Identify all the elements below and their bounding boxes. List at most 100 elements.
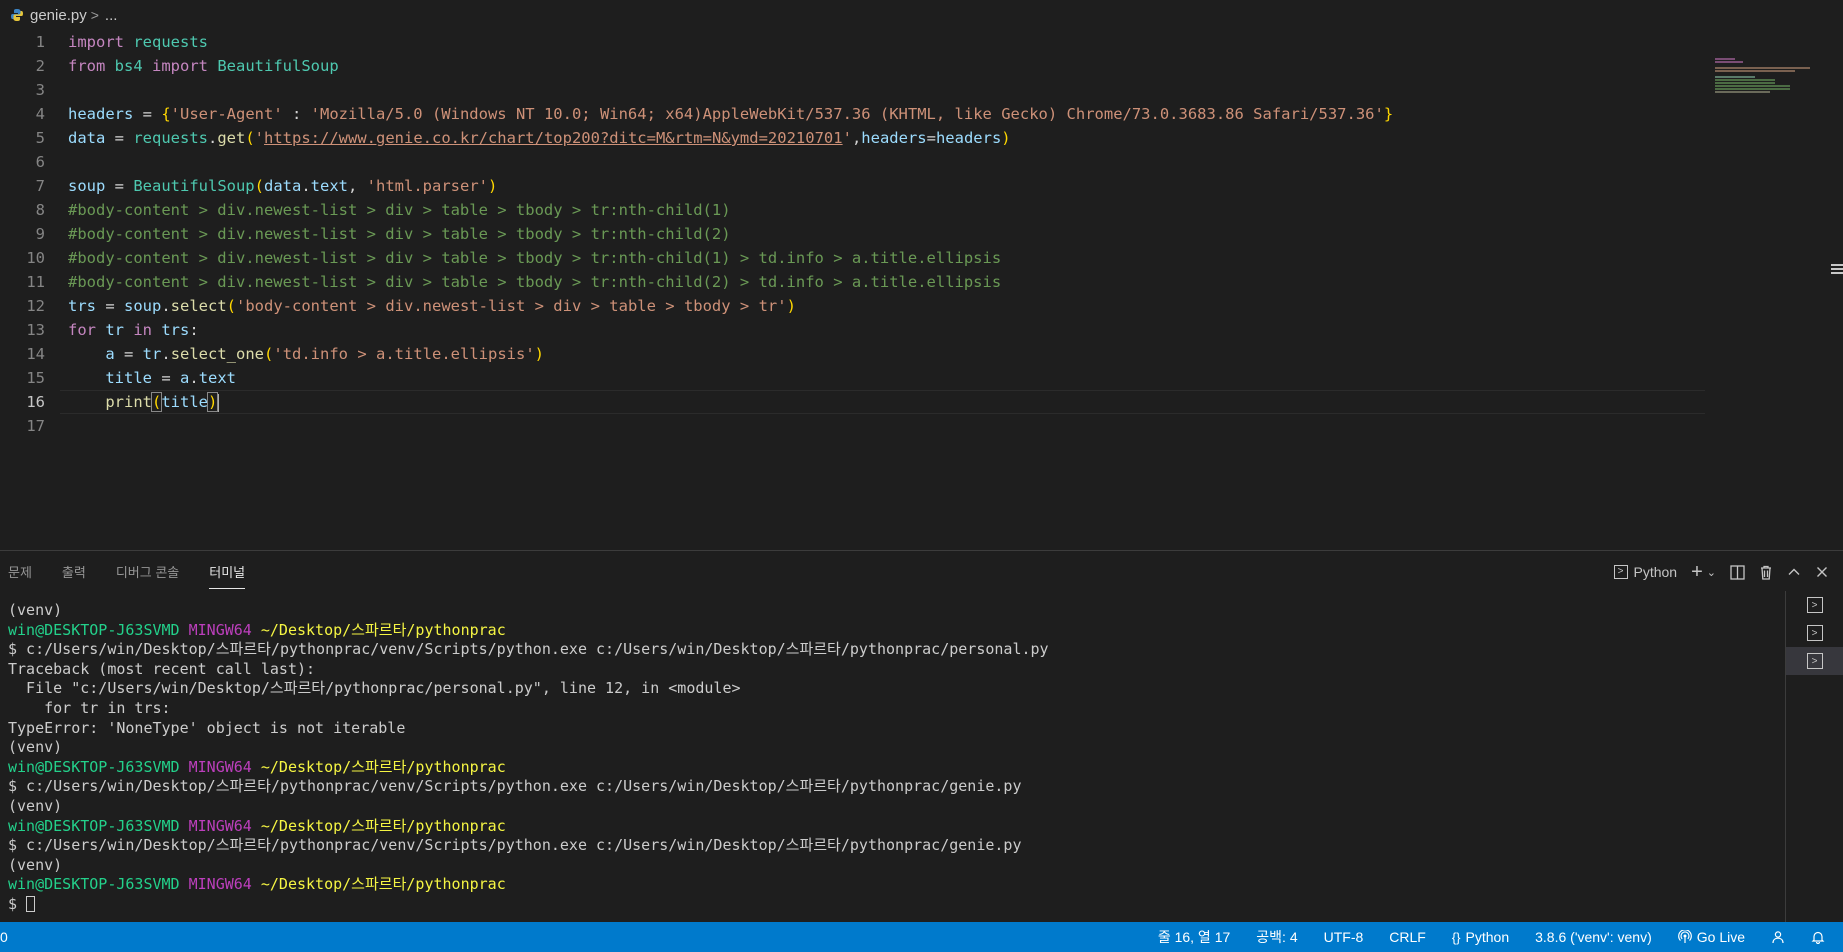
scrollbar-marker[interactable]: [1831, 264, 1843, 278]
code-line-2[interactable]: from bs4 import BeautifulSoup: [68, 54, 1393, 78]
function-name: select_one: [170, 345, 265, 363]
code-line-15[interactable]: title = a.text: [68, 366, 1393, 390]
python-interpreter[interactable]: 3.8.6 ('venv': venv): [1535, 929, 1652, 945]
panel-tab-bar: 문제 출력 디버그 콘솔 터미널: [0, 551, 267, 591]
split-terminal-button[interactable]: [1730, 564, 1745, 580]
variable: data: [68, 129, 106, 147]
terminal-icon: >: [1806, 597, 1823, 613]
code-line-5[interactable]: data = requests.get('https://www.genie.c…: [68, 126, 1393, 150]
notifications-button[interactable]: [1811, 930, 1825, 944]
prompt-path: ~/Desktop/스파르타/pythonprac: [260, 620, 506, 639]
bracket: (: [264, 345, 274, 363]
terminal-prompt: win@DESKTOP-J63SVMD MINGW64 ~/Desktop/스파…: [8, 621, 1778, 641]
tab-debug-console[interactable]: 디버그 콘솔: [116, 554, 179, 588]
code-line-7[interactable]: soup = BeautifulSoup(data.text, 'html.pa…: [68, 174, 1393, 198]
terminal-icon: >: [1806, 653, 1823, 669]
operator: .: [161, 345, 171, 363]
prompt-user: win@DESKTOP-J63SVMD: [8, 816, 180, 835]
terminal-select[interactable]: > Python: [1613, 564, 1678, 580]
operator: :: [282, 105, 311, 123]
string: 'html.parser': [366, 177, 488, 195]
string: 'body-content > div.newest-list > div > …: [236, 297, 787, 315]
prompt-path: ~/Desktop/스파르타/pythonprac: [260, 875, 506, 894]
breadcrumb-file[interactable]: genie.py: [30, 7, 87, 24]
encoding[interactable]: UTF-8: [1324, 929, 1364, 945]
python-file-icon: [10, 8, 24, 22]
code-line-17[interactable]: [68, 414, 1393, 438]
bracket-match: ): [206, 392, 219, 412]
breadcrumb-more[interactable]: ...: [105, 7, 118, 24]
line-number: 3: [35, 81, 45, 99]
variable: title: [105, 369, 152, 387]
operator: ,: [348, 177, 367, 195]
kill-terminal-button[interactable]: [1759, 565, 1773, 580]
terminal-instance-3[interactable]: >: [1786, 647, 1843, 675]
accounts-button[interactable]: [1771, 930, 1785, 944]
line-number: 17: [26, 417, 45, 435]
terminal-line: File "c:/Users/win/Desktop/스파르타/pythonpr…: [8, 679, 741, 698]
bracket-match: (: [150, 392, 163, 412]
prompt-system: MINGW64: [188, 875, 252, 894]
code-line-13[interactable]: for tr in trs:: [68, 318, 1393, 342]
code-line-3[interactable]: [68, 78, 1393, 102]
string: ': [254, 129, 265, 147]
terminal-select-label: Python: [1633, 564, 1678, 580]
line-number: 5: [35, 129, 45, 147]
chevron-up-icon: [1788, 568, 1800, 575]
code-line-1[interactable]: import requests: [68, 30, 1393, 54]
line-number: 2: [35, 57, 45, 75]
tab-output[interactable]: 출력: [62, 554, 86, 588]
line-number: 8: [35, 201, 45, 219]
line-number: 6: [35, 153, 45, 171]
code-editor[interactable]: 1 2 3 4 5 6 7 8 9 10 11 12 13 14 15 16 1…: [0, 30, 1843, 550]
keyword-in: in: [133, 321, 152, 339]
prompt-user: win@DESKTOP-J63SVMD: [8, 620, 180, 639]
code-line-12[interactable]: trs = soup.select('body-content > div.ne…: [68, 294, 1393, 318]
terminal-instance-1[interactable]: >: [1786, 591, 1843, 619]
new-terminal-button[interactable]: + ⌄: [1691, 562, 1716, 582]
function-name: get: [217, 129, 246, 147]
tab-terminal[interactable]: 터미널: [209, 554, 246, 589]
code-line-4[interactable]: headers = {'User-Agent' : 'Mozilla/5.0 (…: [68, 102, 1393, 126]
line-number: 15: [26, 369, 45, 387]
close-panel-button[interactable]: [1815, 565, 1829, 579]
indentation[interactable]: 공백: 4: [1256, 927, 1297, 947]
terminal-input-line[interactable]: $: [8, 895, 1778, 915]
terminal-output[interactable]: (venv) win@DESKTOP-J63SVMD MINGW64 ~/Des…: [8, 601, 1778, 915]
code-line-10[interactable]: #body-content > div.newest-list > div > …: [68, 246, 1393, 270]
language-mode[interactable]: {} Python: [1452, 929, 1509, 945]
maximize-panel-button[interactable]: [1787, 565, 1801, 579]
string: 'td.info > a.title.ellipsis': [273, 345, 535, 363]
cursor-position[interactable]: 줄 16, 열 17: [1158, 927, 1230, 947]
code-lines[interactable]: import requests from bs4 import Beautifu…: [68, 30, 1393, 438]
prompt-user: win@DESKTOP-J63SVMD: [8, 875, 180, 894]
chevron-down-icon: ⌄: [1706, 566, 1716, 579]
keyword-import: import: [152, 57, 208, 75]
url-link[interactable]: https://www.genie.co.kr/chart/top200?dit…: [264, 129, 843, 147]
terminal-instance-2[interactable]: >: [1786, 619, 1843, 647]
operator: ,: [851, 129, 862, 147]
line-number: 13: [26, 321, 45, 339]
code-line-16[interactable]: print(title): [68, 390, 1393, 414]
code-line-6[interactable]: [68, 150, 1393, 174]
status-left-fragment[interactable]: 0: [0, 929, 8, 945]
minimap[interactable]: [1715, 58, 1825, 98]
variable: trs: [68, 297, 96, 315]
operator: .: [189, 369, 199, 387]
code-line-9[interactable]: #body-content > div.newest-list > div > …: [68, 222, 1393, 246]
code-line-11[interactable]: #body-content > div.newest-list > div > …: [68, 270, 1393, 294]
variable: headers: [68, 105, 134, 123]
line-number: 9: [35, 225, 45, 243]
split-icon: [1730, 564, 1745, 580]
person-icon: [1772, 931, 1784, 944]
go-live-button[interactable]: Go Live: [1677, 929, 1745, 945]
variable: soup: [68, 177, 106, 195]
line-number-active: 16: [26, 393, 45, 411]
code-line-14[interactable]: a = tr.select_one('td.info > a.title.ell…: [68, 342, 1393, 366]
code-line-8[interactable]: #body-content > div.newest-list > div > …: [68, 198, 1393, 222]
tab-problems[interactable]: 문제: [8, 554, 32, 588]
operator: =: [114, 345, 143, 363]
panel-actions: > Python + ⌄: [1613, 561, 1830, 583]
end-of-line[interactable]: CRLF: [1389, 929, 1426, 945]
